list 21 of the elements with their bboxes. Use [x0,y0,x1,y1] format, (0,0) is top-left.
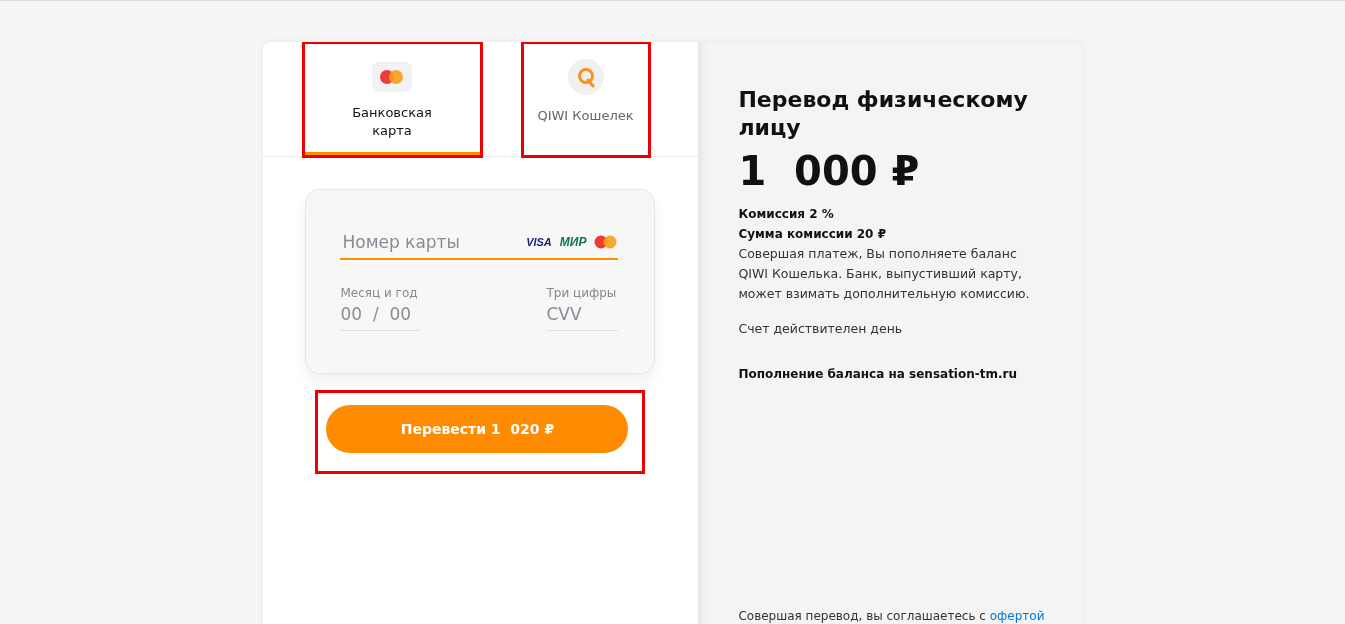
commission-sum: Сумма комиссии 20 ₽ [738,226,887,243]
mir-logo: МИР [559,235,587,249]
mastercard-icon [594,235,619,249]
payment-tab[interactable]: QIWI Кошелек [521,42,650,157]
merchant-text: Пополнение баланса на sensation-tm.ru [738,366,1018,383]
amount: 1 000 ₽ [738,148,921,194]
offer-link[interactable]: офертой [989,609,1045,623]
cvv-field[interactable]: CVV [546,300,619,331]
payment-note: Совершая платеж, Вы пополняете баланс QIWI Кошелька. Банк, выпустивший карту, может взимать дополнительную комиссию. [738,245,1031,303]
commission-text: Комиссия 2 % [738,206,835,223]
payment-tab[interactable]: Банковская карта [302,42,482,157]
cvv-label: Три цифры [546,286,618,300]
qiwi-icon [567,59,604,95]
expiry-field[interactable]: 00 / 00 [340,300,421,331]
offer-text: Совершая перевод, вы соглашаетесь с [738,609,986,623]
card-icon [372,62,412,92]
card-number-field[interactable]: Номер карты [340,231,519,253]
validity-text: Счет действителен день [738,320,904,338]
expiry-label: Месяц и год [340,286,419,300]
visa-logo: VISA [526,236,552,248]
transfer-title: Перевод физическому лицу [738,86,1029,142]
